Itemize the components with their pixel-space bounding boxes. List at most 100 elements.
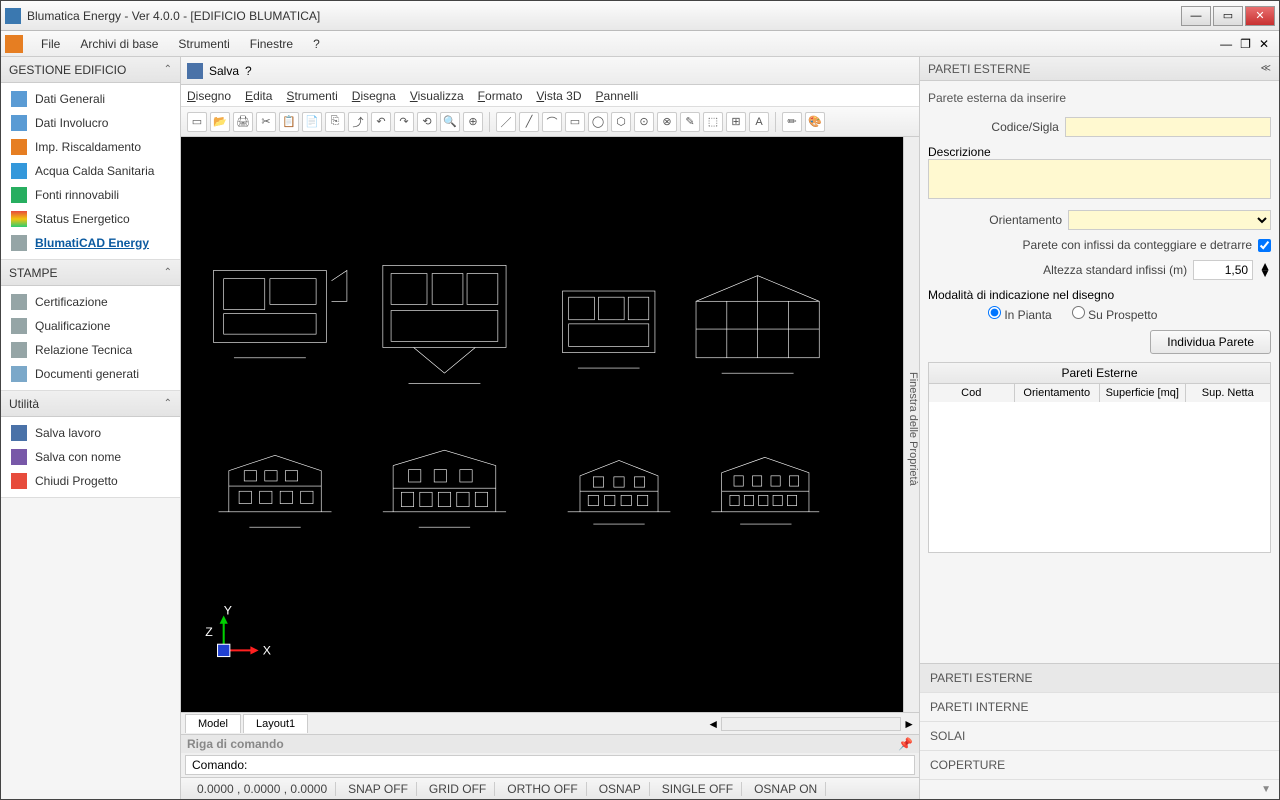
nav-certificazione[interactable]: Certificazione: [1, 290, 180, 314]
toolbar-icon[interactable]: ✏: [782, 112, 802, 132]
scroll-right-icon[interactable]: ►: [903, 717, 915, 731]
cadmenu-formato[interactable]: Formato: [478, 89, 523, 103]
nav-blumaticad-energy[interactable]: BlumatiCAD Energy: [1, 231, 180, 255]
pin-icon[interactable]: 📌: [898, 737, 913, 751]
status-grid[interactable]: GRID OFF: [421, 782, 495, 796]
properties-sidebar[interactable]: Finestra delle Proprietà: [903, 137, 919, 712]
toolbar-icon[interactable]: ✂: [256, 112, 276, 132]
section-header[interactable]: GESTIONE EDIFICIO⌃: [1, 57, 180, 83]
label-height: Altezza standard infissi (m): [1043, 263, 1187, 277]
nav-relazione-tecnica[interactable]: Relazione Tecnica: [1, 338, 180, 362]
minimize-button[interactable]: —: [1181, 6, 1211, 26]
input-code[interactable]: [1065, 117, 1271, 137]
toolbar-icon[interactable]: 📂: [210, 112, 230, 132]
maximize-button[interactable]: ▭: [1213, 6, 1243, 26]
nav-documenti-generati[interactable]: Documenti generati: [1, 362, 180, 386]
toolbar-icon[interactable]: ╱: [519, 112, 539, 132]
toolbar-icon[interactable]: ◯: [588, 112, 608, 132]
nav-dati-generali[interactable]: Dati Generali: [1, 87, 180, 111]
nav-dati-involucro[interactable]: Dati Involucro: [1, 111, 180, 135]
status-ortho[interactable]: ORTHO OFF: [499, 782, 586, 796]
save-button[interactable]: Salva: [209, 64, 239, 78]
status-single[interactable]: SINGLE OFF: [654, 782, 742, 796]
toolbar-icon[interactable]: ⌒: [542, 112, 562, 132]
menu-finestre[interactable]: Finestre: [240, 33, 303, 55]
toolbar-icon[interactable]: 📋: [279, 112, 299, 132]
menu-file[interactable]: File: [31, 33, 70, 55]
save-icon[interactable]: [187, 63, 203, 79]
nav-icon: [11, 318, 27, 334]
nav-icon: [11, 115, 27, 131]
scroll-left-icon[interactable]: ◄: [707, 717, 719, 731]
toolbar-icon[interactable]: ⊗: [657, 112, 677, 132]
input-desc[interactable]: [928, 159, 1271, 199]
toolbar-icon[interactable]: 🖨: [233, 112, 253, 132]
nav-acqua-calda-sanitaria[interactable]: Acqua Calda Sanitaria: [1, 159, 180, 183]
nav-salva-lavoro[interactable]: Salva lavoro: [1, 421, 180, 445]
tab-pareti-esterne[interactable]: PARETI ESTERNE: [920, 664, 1279, 693]
toolbar-icon[interactable]: ⎘: [325, 112, 345, 132]
input-height[interactable]: [1193, 260, 1253, 280]
collapse-icon[interactable]: ≪: [1261, 63, 1271, 74]
spinner-down-icon[interactable]: ▼: [1259, 270, 1271, 277]
toolbar-icon[interactable]: ⊙: [634, 112, 654, 132]
toolbar-icon[interactable]: ↶: [371, 112, 391, 132]
toolbar-icon[interactable]: ▭: [565, 112, 585, 132]
toolbar-icon[interactable]: ▭: [187, 112, 207, 132]
menu-archivi[interactable]: Archivi di base: [70, 33, 168, 55]
close-button[interactable]: ✕: [1245, 6, 1275, 26]
cadmenu-pannelli[interactable]: Pannelli: [596, 89, 639, 103]
cadmenu-vista 3d[interactable]: Vista 3D: [536, 89, 581, 103]
expand-down-icon[interactable]: ▼: [920, 780, 1279, 799]
toolbar-icon[interactable]: ✎: [680, 112, 700, 132]
cadmenu-disegno[interactable]: Disegno: [187, 89, 231, 103]
help-button[interactable]: ?: [245, 64, 252, 78]
tab-pareti-interne[interactable]: PARETI INTERNE: [920, 693, 1279, 722]
tab-coperture[interactable]: COPERTURE: [920, 751, 1279, 780]
toolbar-icon[interactable]: 🎨: [805, 112, 825, 132]
nav-qualificazione[interactable]: Qualificazione: [1, 314, 180, 338]
toolbar-icon[interactable]: ↷: [394, 112, 414, 132]
window-restore-icon[interactable]: ❐: [1240, 37, 1251, 51]
command-input[interactable]: [251, 758, 908, 772]
section-header[interactable]: STAMPE⌃: [1, 260, 180, 286]
toolbar-icon[interactable]: ⤴: [348, 112, 368, 132]
window-minimize-icon[interactable]: —: [1220, 37, 1232, 51]
toolbar-icon[interactable]: ⟲: [417, 112, 437, 132]
menu-strumenti[interactable]: Strumenti: [168, 33, 239, 55]
toolbar-icon[interactable]: ／: [496, 112, 516, 132]
nav-salva-con-nome[interactable]: Salva con nome: [1, 445, 180, 469]
window-close-icon[interactable]: ✕: [1259, 37, 1269, 51]
toolbar-icon[interactable]: ⬡: [611, 112, 631, 132]
cadmenu-visualizza[interactable]: Visualizza: [410, 89, 464, 103]
status-snap[interactable]: SNAP OFF: [340, 782, 417, 796]
menu-help[interactable]: ?: [303, 33, 330, 55]
status-osnap[interactable]: OSNAP: [591, 782, 650, 796]
status-osnap-on[interactable]: OSNAP ON: [746, 782, 826, 796]
tab-solai[interactable]: SOLAI: [920, 722, 1279, 751]
nav-status-energetico[interactable]: Status Energetico: [1, 207, 180, 231]
cad-canvas[interactable]: Y X Z: [181, 137, 903, 712]
toolbar-icon[interactable]: ⊕: [463, 112, 483, 132]
button-individua[interactable]: Individua Parete: [1150, 330, 1271, 354]
toolbar-icon[interactable]: A: [749, 112, 769, 132]
nav-chiudi-progetto[interactable]: Chiudi Progetto: [1, 469, 180, 493]
toolbar-icon[interactable]: ⬚: [703, 112, 723, 132]
toolbar-icon[interactable]: 🔍: [440, 112, 460, 132]
tab-model[interactable]: Model: [185, 714, 241, 733]
select-orient[interactable]: [1068, 210, 1271, 230]
toolbar-icon[interactable]: 📄: [302, 112, 322, 132]
checkbox-infissi[interactable]: [1258, 239, 1271, 252]
cadmenu-strumenti[interactable]: Strumenti: [286, 89, 337, 103]
tab-layout1[interactable]: Layout1: [243, 714, 308, 733]
nav-fonti-rinnovabili[interactable]: Fonti rinnovabili: [1, 183, 180, 207]
toolbar-icon[interactable]: ⊞: [726, 112, 746, 132]
radio-pianta[interactable]: [988, 306, 1001, 319]
radio-prospetto[interactable]: [1072, 306, 1085, 319]
app-menu-icon[interactable]: [5, 35, 23, 53]
section-header[interactable]: Utilità⌃: [1, 391, 180, 417]
cadmenu-disegna[interactable]: Disegna: [352, 89, 396, 103]
hscroll-track[interactable]: [721, 717, 901, 731]
cadmenu-edita[interactable]: Edita: [245, 89, 272, 103]
nav-imp-riscaldamento[interactable]: Imp. Riscaldamento: [1, 135, 180, 159]
